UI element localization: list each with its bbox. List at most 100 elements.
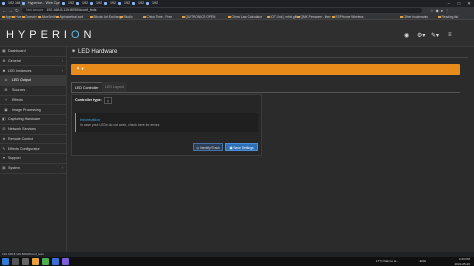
sidebar-item-effects[interactable]: ✧ Effects <box>0 96 67 106</box>
sidebar-item-led-output[interactable]: ⊙ LED Output <box>0 76 67 86</box>
sidebar-item-capturing-hardware[interactable]: ◧ Capturing Hardware <box>0 115 67 125</box>
favicon-icon <box>118 2 121 5</box>
chevron-down-icon: ▾ <box>81 66 84 71</box>
browser-tab[interactable]: 192.168.8.119 <box>0 0 20 7</box>
not-secure-label: Not secure <box>26 8 44 12</box>
tab-close-icon[interactable]: × <box>56 0 58 7</box>
address-bar[interactable]: Not secure 192.168.8.119:8090/#conf_leds <box>22 8 422 13</box>
sidebar-item-sources[interactable]: ⊞ Sources <box>0 86 67 96</box>
sidebar-item-label: General <box>8 58 21 63</box>
tab-led-layout[interactable]: LED Layout <box>102 82 127 92</box>
tab-led-controller[interactable]: LED Controller <box>71 82 103 92</box>
chevron-icon: ‹ <box>61 58 63 63</box>
info-title: Information <box>80 117 101 122</box>
controller-type-label: Controller type: <box>75 98 102 102</box>
instance-bar[interactable]: ⚘ ▾ <box>71 64 460 75</box>
sidebar-item-label: Image Processing <box>12 107 41 112</box>
browser-tab[interactable]: 192.168.8.119 <box>88 0 102 7</box>
effects-icon: ✧ <box>4 97 8 102</box>
network-icon: ⊟ <box>2 127 6 131</box>
app-icon-2[interactable] <box>62 258 69 265</box>
sidebar-item-label: Sources <box>12 88 26 92</box>
sidebar-item-label: Effects <box>12 97 23 102</box>
logo-o: O <box>70 29 84 41</box>
sidebar-item-label: Remote Control <box>8 136 34 141</box>
sidebar-item-remote-control[interactable]: ⊕ Remote Control <box>0 135 67 145</box>
url-text: 192.168.8.119:8090/#conf_leds <box>46 8 97 12</box>
browser-tab[interactable]: 192.168.8.119 <box>102 0 116 7</box>
browser-tab[interactable]: 192.168.8.119 <box>74 0 88 7</box>
logo-text-end: N <box>83 29 96 41</box>
explorer-icon[interactable] <box>32 258 39 265</box>
browser-tab[interactable]: Hyperion - Web Configuration× <box>20 0 60 7</box>
maximize-icon[interactable]: □ <box>454 0 464 7</box>
menu-icon[interactable]: ⋮ <box>445 8 451 13</box>
system-icon: ▤ <box>2 166 6 170</box>
settings-menu-icon[interactable]: ⚙▾ <box>417 32 425 39</box>
chevron-icon: ‹ <box>61 68 63 73</box>
system-tray: 17°C Rain to st... ENG <box>376 257 426 266</box>
browser-tab[interactable]: 192.168.8.119 <box>116 0 130 7</box>
favicon-icon <box>104 2 107 5</box>
reload-icon[interactable]: ↻ <box>15 8 21 13</box>
remote-icon: ⊕ <box>2 136 6 141</box>
favicon-icon <box>2 2 5 5</box>
browser-tab[interactable]: 192.168.8.119 <box>60 0 74 7</box>
save-label: Save Settings <box>233 146 254 150</box>
identify-track-button[interactable]: ◎ Identify/Track <box>193 143 223 151</box>
sidebar-item-label: LED Output <box>12 78 31 83</box>
camera-icon: ◧ <box>2 117 6 122</box>
tools-menu-icon[interactable]: ✎▾ <box>431 32 439 39</box>
clock-date: 2022-05-20 <box>454 261 470 266</box>
sidebar-item-label: Capturing Hardware <box>8 117 41 122</box>
sidebar-item-label: Support <box>8 156 21 161</box>
sources-icon: ⊞ <box>4 88 8 92</box>
tab-underline <box>71 92 460 93</box>
sidebar-item-effects-configurator[interactable]: ✎ Effects Configurator <box>0 145 67 155</box>
browser-tab[interactable]: 192.168.8.119 <box>144 0 158 7</box>
lightbulb-icon: ✱ <box>2 68 6 73</box>
led-icon: ⊙ <box>4 78 8 83</box>
hyperion-logo[interactable]: HYPERION <box>6 29 95 41</box>
sidebar-item-general[interactable]: ⚙ General ‹ <box>0 57 67 67</box>
favicon-icon <box>62 2 65 5</box>
led-hardware-icon: ⁕ <box>71 49 77 55</box>
browser-tab-title: 192.168.8.119 <box>8 1 20 5</box>
sidebar-toggle-icon[interactable]: ≡ <box>448 32 452 38</box>
search-icon[interactable] <box>12 258 19 265</box>
start-icon[interactable] <box>2 258 9 265</box>
page-title-text: LED Hardware <box>78 49 118 55</box>
title-divider <box>70 57 468 58</box>
toolbar-icons: ☆◆●⋮ <box>430 7 451 14</box>
chevron-icon: ‹ <box>61 166 63 170</box>
sidebar-item-label: Dashboard <box>8 49 26 53</box>
sidebar-item-network-services[interactable]: ⊟ Network Services <box>0 125 67 135</box>
magic-icon: ✎ <box>2 146 6 151</box>
sidebar-item-led-instances[interactable]: ✱ LED Instances ‹ <box>0 67 67 77</box>
gear-icon: ⚙ <box>2 58 6 63</box>
sidebar-item-support[interactable]: ♥ Support <box>0 154 67 164</box>
sidebar-item-system[interactable]: ▤ System ‹ <box>0 164 67 174</box>
browser-tab-title: 192.168.8.119 <box>152 1 158 5</box>
browser-tab[interactable]: 192.168.8.119 <box>130 0 144 7</box>
controller-type-select[interactable]: ‡ <box>104 97 112 104</box>
taskview-icon[interactable] <box>22 258 29 265</box>
info-text: In case your LEDs do not work, check her… <box>80 123 161 127</box>
clock[interactable]: 3:43 PM 2022-05-20 <box>440 257 470 266</box>
power-icon[interactable]: ◉ <box>404 32 409 39</box>
language-indicator[interactable]: ENG <box>420 259 427 263</box>
sidebar-item-image-processing[interactable]: ▣ Image Processing <box>0 106 67 116</box>
page-title: ⁕ LED Hardware <box>71 48 117 55</box>
sidebar-item-dashboard[interactable]: ▦ Dashboard <box>0 47 67 57</box>
app-icon[interactable] <box>52 258 59 265</box>
identify-label: Identify/Track <box>200 146 220 150</box>
minimize-icon[interactable]: – <box>444 0 454 7</box>
save-settings-button[interactable]: ▣ Save Settings <box>225 143 258 151</box>
close-icon[interactable]: ✕ <box>464 0 474 7</box>
instance-dropdown[interactable]: ⚘ ▾ <box>76 66 84 72</box>
bulb-icon: ⚘ <box>76 66 81 71</box>
favicon-icon <box>76 2 79 5</box>
weather-text[interactable]: 17°C Rain to st... <box>376 259 399 263</box>
chrome-icon[interactable] <box>42 258 49 265</box>
dashboard-icon: ▦ <box>2 49 6 53</box>
